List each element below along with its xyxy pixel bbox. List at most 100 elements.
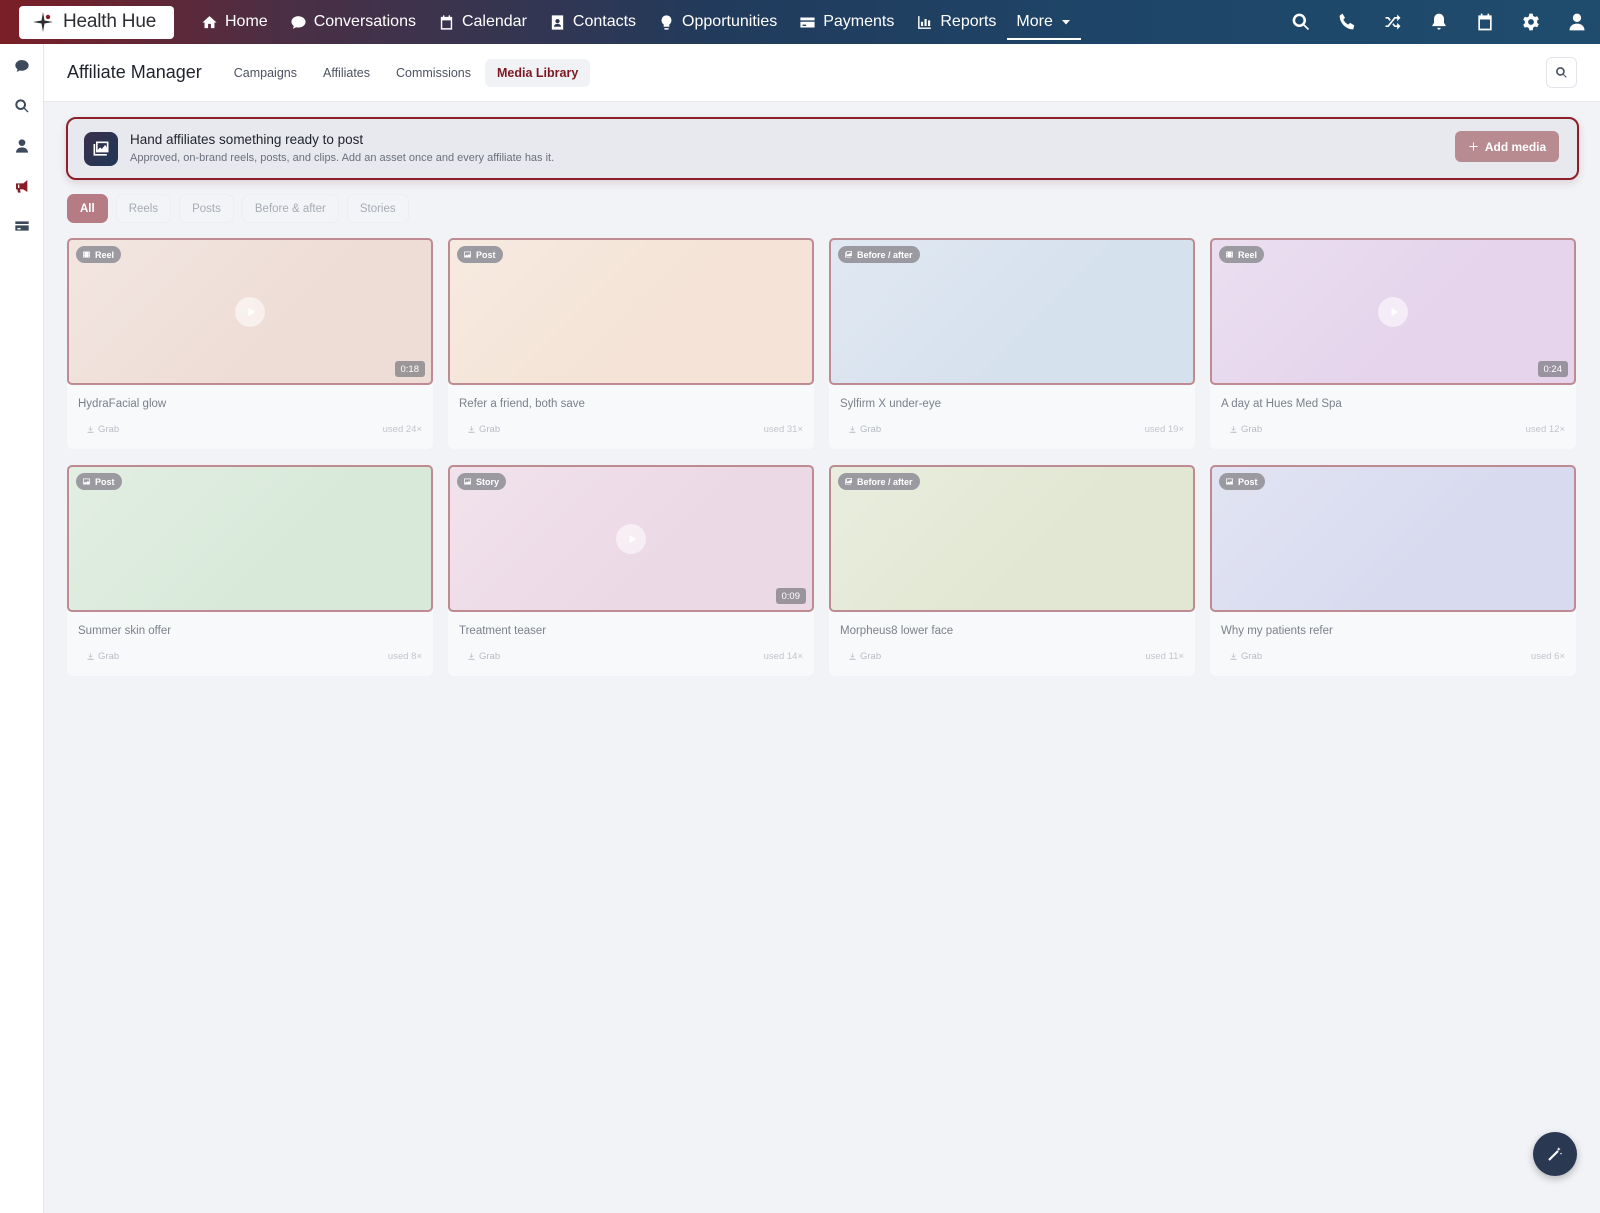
grab-button[interactable]: Grab [1229, 651, 1262, 662]
media-type-icon [83, 478, 90, 485]
card-icon [15, 221, 29, 231]
media-thumbnail[interactable]: Reel 0:24 [1210, 238, 1576, 385]
chip-posts[interactable]: Posts [179, 194, 234, 223]
page-title: Affiliate Manager [67, 62, 202, 82]
grab-label: Grab [860, 651, 882, 662]
media-type-icon [1226, 478, 1233, 485]
megaphone-icon [16, 180, 28, 193]
media-thumbnail[interactable]: Story 0:09 [448, 465, 814, 612]
usage-count: used 6× [1530, 651, 1565, 662]
profile-button[interactable] [1554, 0, 1600, 44]
grab-button[interactable]: Grab [848, 651, 881, 662]
user-icon [1569, 13, 1585, 31]
media-thumbnail[interactable]: Post [1210, 465, 1576, 612]
tab-campaigns[interactable]: Campaigns [222, 59, 309, 87]
add-media-button[interactable]: Add media [1455, 131, 1559, 162]
tab-media-library[interactable]: Media Library [485, 58, 591, 87]
left-rail [0, 44, 44, 1213]
workflows-button[interactable] [1370, 0, 1416, 44]
grab-button[interactable]: Grab [1229, 424, 1262, 435]
nav-reports[interactable]: Reports [905, 0, 1007, 44]
logo-mark-icon [31, 10, 55, 34]
media-card[interactable]: Post Why my patients refer Grab used 6× [1210, 465, 1576, 676]
phone-button[interactable] [1324, 0, 1370, 44]
banner-subtitle: Approved, on-brand reels, posts, and cli… [130, 152, 555, 164]
grab-label: Grab [98, 424, 120, 435]
grab-button[interactable]: Grab [467, 651, 500, 662]
media-type-label: Post [1238, 476, 1258, 487]
media-card[interactable]: Story 0:09 Treatment teaser Grab used 14× [448, 465, 814, 676]
media-type-icon [464, 478, 471, 485]
calendar-icon [440, 14, 453, 30]
rail-marketing[interactable] [0, 166, 44, 206]
chat-icon [15, 60, 29, 72]
banner-title: Hand affiliates something ready to post [130, 132, 364, 147]
media-card[interactable]: Reel 0:18 HydraFacial glow Grab used 24× [67, 238, 433, 449]
media-card[interactable]: Post Summer skin offer Grab used 8× [67, 465, 433, 676]
chip-stories[interactable]: Stories [346, 194, 409, 223]
ai-assist-button[interactable] [1533, 1132, 1577, 1176]
settings-button[interactable] [1508, 0, 1554, 44]
play-icon[interactable] [616, 523, 646, 554]
play-icon[interactable] [1378, 296, 1408, 327]
media-thumbnail[interactable]: Post [67, 465, 433, 612]
nav-opportunities[interactable]: Opportunities [647, 0, 788, 44]
grab-label: Grab [1241, 651, 1263, 662]
media-type-badge: Story [457, 473, 507, 490]
media-type-badge: Reel [76, 246, 122, 263]
grab-label: Grab [479, 651, 501, 662]
tab-affiliates[interactable]: Affiliates [311, 59, 382, 87]
rail-search[interactable] [0, 86, 44, 126]
rail-contacts[interactable] [0, 126, 44, 166]
grab-button[interactable]: Grab [467, 424, 500, 435]
media-card[interactable]: Before / after Sylfirm X under-eye Grab use… [829, 238, 1195, 449]
media-type-label: Story [476, 476, 500, 487]
gear-icon [1523, 13, 1539, 31]
grab-button[interactable]: Grab [86, 424, 119, 435]
rail-payments[interactable] [0, 206, 44, 246]
grab-label: Grab [479, 424, 501, 435]
nav-conversations[interactable]: Conversations [279, 0, 427, 44]
media-type-badge: Post [1219, 473, 1265, 490]
search-icon [1292, 13, 1310, 31]
calendar-button[interactable] [1462, 0, 1508, 44]
rail-conversations[interactable] [0, 46, 44, 86]
media-thumbnail[interactable]: Before / after [829, 465, 1195, 612]
nav-label: Home [225, 13, 268, 30]
global-search-button[interactable] [1278, 0, 1324, 44]
media-card[interactable]: Before / after Morpheus8 lower face Grab us… [829, 465, 1195, 676]
media-title: Summer skin offer [78, 625, 172, 637]
grab-button[interactable]: Grab [86, 651, 119, 662]
brand-name: Health Hue [63, 11, 157, 32]
nav-payments[interactable]: Payments [788, 0, 905, 44]
media-thumbnail[interactable]: Post [448, 238, 814, 385]
media-title: Why my patients refer [1221, 625, 1333, 637]
nav-label: Reports [940, 13, 997, 30]
media-card[interactable]: Reel 0:24 A day at Hues Med Spa Grab used 12… [1210, 238, 1576, 449]
nav-label: Conversations [313, 13, 416, 30]
nav-label: Calendar [461, 13, 527, 30]
notifications-button[interactable] [1416, 0, 1462, 44]
play-icon[interactable] [235, 296, 265, 327]
nav-contacts[interactable]: Contacts [538, 0, 647, 44]
nav-more-label: More [1016, 13, 1053, 30]
chip-all[interactable]: All [67, 194, 108, 223]
media-title: A day at Hues Med Spa [1221, 398, 1342, 410]
info-banner: Hand affiliates something ready to post … [66, 117, 1579, 180]
media-title: Morpheus8 lower face [840, 625, 954, 637]
nav-more[interactable]: More [1007, 0, 1082, 44]
media-thumbnail[interactable]: Reel 0:18 [67, 238, 433, 385]
media-thumbnail[interactable]: Before / after [829, 238, 1195, 385]
brand-logo[interactable]: Health Hue [19, 5, 174, 39]
nav-calendar[interactable]: Calendar [427, 0, 538, 44]
chip-reels[interactable]: Reels [115, 194, 172, 223]
media-card[interactable]: Post Refer a friend, both save Grab used 31… [448, 238, 814, 449]
tab-commissions[interactable]: Commissions [384, 59, 483, 87]
page-search-button[interactable] [1546, 57, 1577, 88]
chip-before-after[interactable]: Before & after [241, 194, 339, 223]
grab-label: Grab [1241, 424, 1263, 435]
nav-home[interactable]: Home [190, 0, 279, 44]
grab-button[interactable]: Grab [848, 424, 881, 435]
download-icon [468, 653, 475, 660]
usage-count: used 31× [763, 424, 803, 435]
